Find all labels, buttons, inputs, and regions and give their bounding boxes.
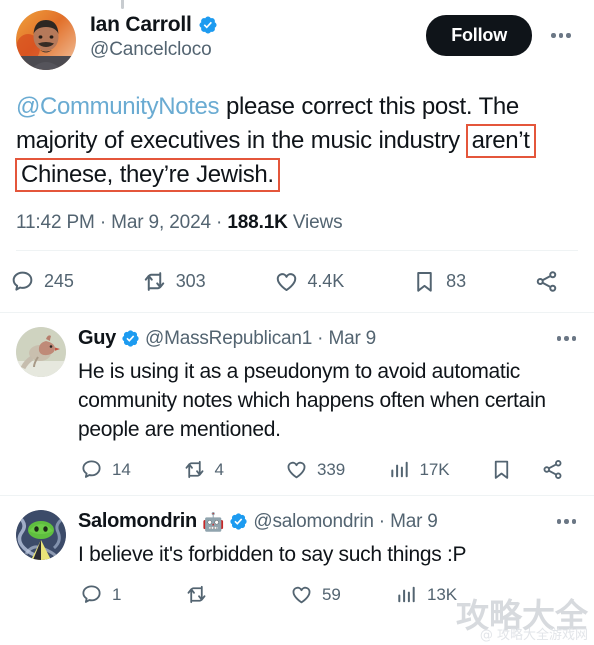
- reply-item: Salomondrin 🤖 @salomondrin · Mar 9 I bel…: [0, 496, 594, 608]
- reply-icon: [12, 271, 33, 291]
- reply-item: Guy @MassRepublican1 · Mar 9 He is using…: [0, 313, 594, 483]
- reply-icon: [82, 460, 101, 478]
- like-count: 339: [317, 459, 346, 479]
- reply-count: 14: [112, 459, 131, 479]
- more-options-icon[interactable]: [544, 19, 578, 53]
- repost-icon: [185, 460, 203, 479]
- post-date: Mar 9, 2024: [111, 212, 211, 233]
- heart-icon: [292, 586, 311, 604]
- watermark-sub-text: @ 攻略大全游戏网: [479, 628, 588, 643]
- main-post-header-actions: Follow: [426, 10, 578, 56]
- meta-sep-2: ·: [210, 212, 228, 233]
- repost-icon: [187, 585, 206, 604]
- views-count: 13K: [427, 584, 457, 604]
- avatar[interactable]: [16, 510, 66, 560]
- views-count: 188.1K: [227, 212, 288, 233]
- heart-icon: [287, 461, 306, 479]
- bookmark-button[interactable]: 83: [410, 267, 468, 296]
- reply-header: Salomondrin 🤖 @salomondrin · Mar 9: [78, 510, 578, 533]
- analytics-icon: [390, 461, 408, 478]
- highlight-box-1: aren’t: [465, 124, 536, 158]
- views-label: Views: [287, 212, 343, 233]
- main-post-actions: 245 303 4.4K 83: [0, 251, 594, 312]
- avatar[interactable]: [16, 327, 66, 377]
- reply-handle[interactable]: @salomondrin: [253, 511, 374, 533]
- reply-body: Salomondrin 🤖 @salomondrin · Mar 9 I bel…: [78, 510, 578, 608]
- robot-emoji-icon: 🤖: [201, 511, 225, 532]
- avatar[interactable]: [16, 10, 76, 70]
- reply-count: 245: [44, 271, 74, 291]
- repost-button[interactable]: 303: [140, 267, 208, 296]
- meta-sep-1: ·: [94, 212, 112, 233]
- reply-count: 1: [112, 584, 122, 604]
- reply-header: Guy @MassRepublican1 · Mar 9: [78, 327, 578, 350]
- main-post: Ian Carroll @Cancelcloco Follow @Communi…: [0, 0, 594, 251]
- avatar-image: [16, 10, 76, 70]
- like-button[interactable]: 59: [288, 581, 393, 608]
- analytics-icon: [398, 586, 415, 603]
- repost-button[interactable]: [183, 581, 288, 608]
- reply-separator: ·: [317, 327, 324, 349]
- reply-separator: ·: [378, 510, 386, 532]
- views-count: 17K: [419, 459, 450, 479]
- reply-button[interactable]: 245: [8, 267, 76, 296]
- verified-badge-icon: [230, 513, 247, 530]
- bookmark-icon: [417, 271, 432, 292]
- share-icon: [536, 271, 557, 292]
- user-handle: @Cancelcloco: [90, 39, 212, 60]
- share-button[interactable]: [539, 456, 578, 483]
- follow-button[interactable]: Follow: [426, 15, 532, 56]
- post-time: 11:42 PM: [16, 212, 95, 233]
- share-button[interactable]: [532, 267, 570, 296]
- main-post-identity: Ian Carroll @Cancelcloco: [90, 10, 426, 62]
- verified-badge-icon: [199, 15, 217, 34]
- share-icon: [543, 460, 562, 479]
- views-button[interactable]: 13K: [393, 581, 498, 608]
- avatar-image: [16, 510, 66, 560]
- repost-icon: [144, 272, 164, 291]
- verified-badge-icon: [122, 330, 139, 347]
- repost-button[interactable]: 4: [181, 456, 284, 483]
- tweet-screen: Ian Carroll @Cancelcloco Follow @Communi…: [0, 0, 594, 645]
- highlight-box-2: Chinese, they’re Jewish.: [15, 158, 280, 192]
- repost-count: 303: [175, 271, 206, 291]
- bookmark-count: 83: [446, 271, 466, 291]
- reply-body: Guy @MassRepublican1 · Mar 9 He is using…: [78, 327, 578, 483]
- avatar-image: [16, 327, 66, 377]
- views-button[interactable]: 17K: [386, 456, 489, 483]
- divider-main: [16, 250, 578, 251]
- reply-button[interactable]: 1: [78, 581, 183, 608]
- mention-link[interactable]: @CommunityNotes: [16, 93, 220, 120]
- reply-icon: [82, 585, 101, 603]
- reply-handle[interactable]: @MassRepublican1: [145, 328, 312, 350]
- more-options-icon[interactable]: [555, 336, 578, 341]
- bookmark-button[interactable]: [488, 456, 539, 483]
- bookmark-icon: [494, 460, 509, 479]
- display-name: Ian Carroll: [90, 13, 192, 36]
- reply-actions: 1 59 13K: [78, 581, 578, 608]
- reply-text: I believe it's forbidden to say such thi…: [78, 543, 467, 566]
- like-button[interactable]: 4.4K: [272, 267, 347, 296]
- more-options-icon[interactable]: [555, 519, 578, 524]
- main-post-text: @CommunityNotes please correct this post…: [15, 90, 578, 192]
- reply-date: Mar 9: [328, 327, 377, 349]
- reply-text: He is using it as a pseudonym to avoid a…: [78, 360, 546, 441]
- like-count: 59: [322, 584, 341, 604]
- reply-actions: 14 4 339 17K: [78, 456, 578, 483]
- like-button[interactable]: 339: [283, 456, 386, 483]
- reply-display-name: Guy: [78, 327, 116, 349]
- reply-display-name: Salomondrin: [78, 510, 197, 532]
- reply-button[interactable]: 14: [78, 456, 181, 483]
- like-count: 4.4K: [307, 271, 345, 291]
- reply-date: Mar 9: [390, 510, 438, 532]
- main-post-header: Ian Carroll @Cancelcloco Follow: [16, 10, 578, 70]
- heart-icon: [276, 273, 296, 292]
- repost-count: 4: [214, 459, 224, 479]
- post-metadata: 11:42 PM · Mar 9, 2024 · 188.1K Views: [16, 212, 578, 234]
